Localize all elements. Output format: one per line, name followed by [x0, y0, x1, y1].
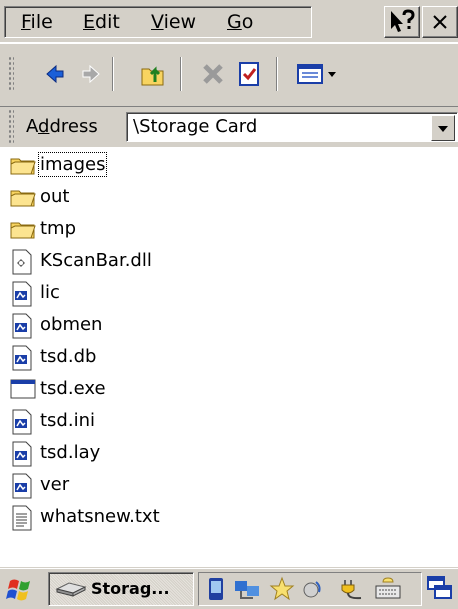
forward-button[interactable]	[74, 57, 108, 91]
file-name: obmen	[40, 314, 103, 335]
help-button[interactable]	[384, 6, 420, 38]
toolbar-grip[interactable]	[8, 56, 14, 90]
keyboard-icon[interactable]	[373, 576, 403, 602]
file-name: ver	[40, 474, 70, 495]
address-bar: Address \Storage Card	[0, 107, 458, 147]
generic-file-icon	[10, 409, 36, 435]
task-label: Storag...	[91, 579, 170, 598]
menu-go[interactable]: Go	[227, 10, 253, 34]
delete-button[interactable]	[196, 57, 230, 91]
exe-file-icon	[10, 377, 36, 403]
menu-group: File Edit View Go	[4, 6, 312, 38]
pda-icon[interactable]	[203, 576, 229, 602]
file-list-item[interactable]: tmp	[10, 214, 430, 244]
file-name: whatsnew.txt	[40, 506, 160, 527]
toolbar	[0, 44, 458, 107]
menu-edit[interactable]: Edit	[83, 10, 120, 34]
close-icon	[433, 15, 447, 29]
address-combobox[interactable]: \Storage Card	[126, 112, 458, 142]
file-list-item[interactable]: tsd.lay	[10, 438, 430, 468]
windows-start-icon	[6, 579, 30, 601]
generic-file-icon	[10, 313, 36, 339]
properties-button[interactable]	[232, 57, 266, 91]
file-name: tsd.lay	[40, 442, 101, 463]
back-icon	[46, 64, 64, 84]
file-name: lic	[40, 282, 60, 303]
file-list: images out tmp KScanBar.dll lic obmen tsd.db ts…	[0, 148, 458, 558]
generic-file-icon	[10, 345, 36, 371]
file-list-item[interactable]: out	[10, 182, 430, 212]
file-list-item[interactable]: obmen	[10, 310, 430, 340]
file-list-item[interactable]: tsd.ini	[10, 406, 430, 436]
address-label: Address	[26, 116, 98, 137]
start-button[interactable]	[2, 573, 44, 605]
generic-file-icon	[10, 473, 36, 499]
address-input[interactable]: \Storage Card	[133, 116, 257, 137]
file-name: tsd.exe	[40, 378, 106, 399]
up-folder-button[interactable]	[136, 57, 170, 91]
taskbar: Storag...	[0, 568, 458, 609]
task-button-storage-card[interactable]: Storag...	[48, 572, 194, 606]
file-list-item[interactable]: whatsnew.txt	[10, 502, 430, 532]
views-icon	[297, 64, 336, 84]
network-icon[interactable]	[233, 576, 263, 602]
address-grip[interactable]	[8, 109, 14, 143]
folder-icon	[10, 185, 36, 211]
folder-icon	[10, 153, 36, 179]
file-list-item[interactable]: ver	[10, 470, 430, 500]
generic-file-icon	[10, 441, 36, 467]
folder-icon	[10, 217, 36, 243]
menu-bar: File Edit View Go	[0, 0, 458, 44]
dll-file-icon	[10, 249, 36, 275]
views-button[interactable]	[292, 57, 344, 91]
menu-file[interactable]: File	[21, 10, 53, 34]
file-list-item[interactable]: tsd.db	[10, 342, 430, 372]
menu-view[interactable]: View	[151, 10, 196, 34]
file-name: KScanBar.dll	[40, 250, 152, 271]
file-name: tsd.ini	[40, 410, 95, 431]
file-list-item[interactable]: lic	[10, 278, 430, 308]
close-button[interactable]	[422, 6, 458, 38]
file-name: out	[40, 186, 70, 207]
file-list-item[interactable]: images	[10, 150, 430, 180]
delete-icon	[203, 64, 223, 84]
switch-windows-button[interactable]	[424, 572, 456, 604]
forward-icon	[82, 64, 100, 84]
properties-icon	[239, 62, 259, 86]
text-file-icon	[10, 505, 36, 531]
system-tray	[198, 572, 422, 606]
storage-card-icon	[55, 582, 87, 597]
file-name: tsd.db	[40, 346, 97, 367]
back-button[interactable]	[38, 57, 72, 91]
file-name: images	[37, 152, 108, 177]
file-list-item[interactable]: KScanBar.dll	[10, 246, 430, 276]
switch-windows-icon	[427, 576, 452, 599]
file-name: tmp	[40, 218, 77, 239]
file-list-item[interactable]: tsd.exe	[10, 374, 430, 404]
generic-file-icon	[10, 281, 36, 307]
star-icon[interactable]	[269, 576, 295, 602]
whats-this-help-icon	[391, 9, 415, 32]
volume-icon[interactable]	[299, 576, 325, 602]
up-folder-icon	[141, 66, 164, 86]
power-plug-icon[interactable]	[339, 576, 367, 602]
address-dropdown-button[interactable]	[431, 115, 455, 141]
